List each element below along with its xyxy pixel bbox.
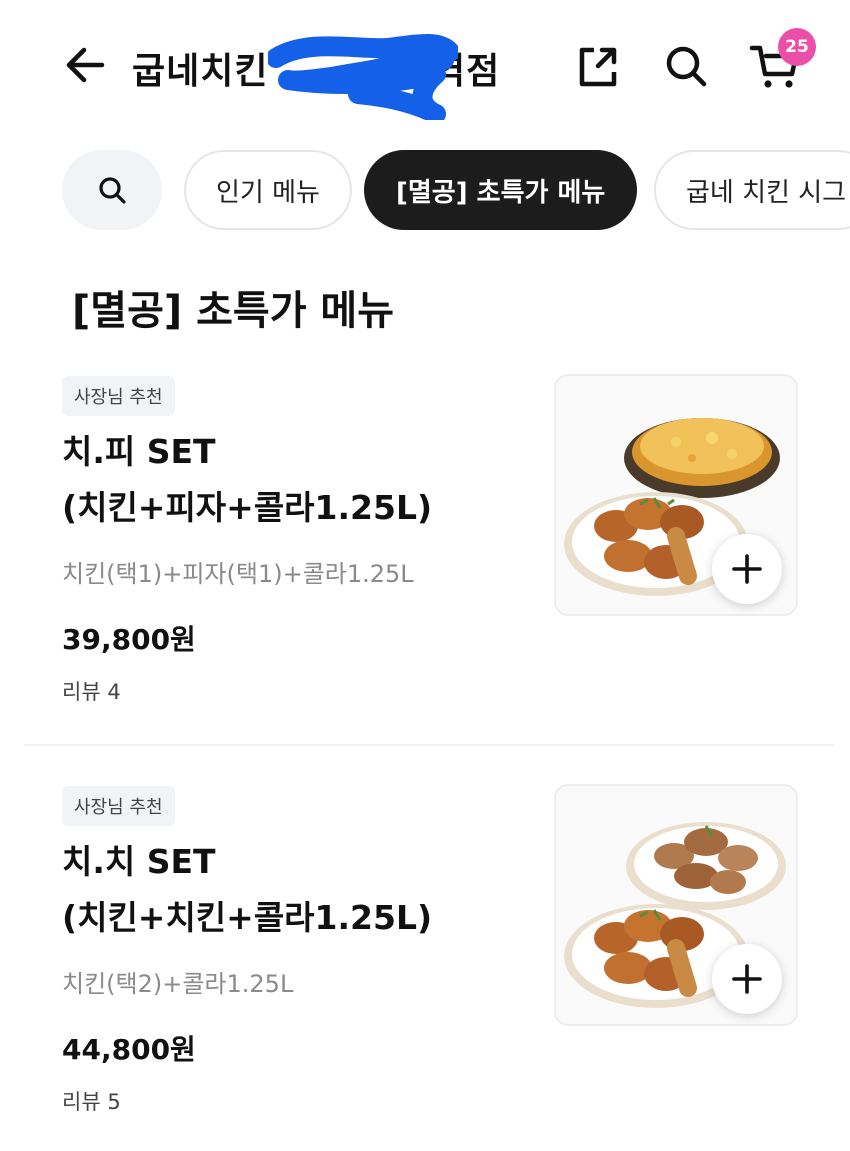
search-icon	[99, 177, 126, 204]
add-to-cart-button[interactable]	[712, 534, 782, 604]
search-button[interactable]	[662, 42, 710, 90]
search-icon	[666, 46, 707, 87]
item-name: 치.치 SET	[62, 842, 216, 881]
redaction-scribble	[268, 34, 458, 120]
add-to-cart-button[interactable]	[712, 944, 782, 1014]
tab-special-price-menu[interactable]: [멸공] 초특가 메뉴	[364, 150, 638, 230]
item-review-count: 리뷰 5	[62, 1090, 121, 1114]
section-title: [멸공] 초특가 메뉴	[72, 288, 395, 334]
menu-search-button[interactable]	[62, 150, 162, 230]
item-name-detail: (치킨+치킨+콜라1.25L)	[62, 898, 433, 937]
tab-popular-menu[interactable]: 인기 메뉴	[184, 150, 352, 230]
item-divider	[24, 744, 834, 746]
item-name: 치.피 SET	[62, 432, 216, 471]
plus-icon	[732, 964, 762, 994]
top-app-bar: 굽네치킨 역점 25	[0, 0, 850, 135]
item-description: 치킨(택1)+피자(택1)+콜라1.25L	[62, 560, 414, 588]
item-price: 44,800원	[62, 1033, 196, 1066]
back-button[interactable]	[62, 42, 108, 88]
item-name-detail: (치킨+피자+콜라1.25L)	[62, 488, 433, 527]
plus-icon	[732, 554, 762, 584]
cart-count-badge: 25	[778, 28, 816, 66]
tab-signature-menu[interactable]: 굽네 치킨 시그	[654, 150, 850, 230]
item-price: 39,800원	[62, 623, 196, 656]
back-arrow-icon	[66, 47, 105, 83]
category-tabs: 인기 메뉴 [멸공] 초특가 메뉴 굽네 치킨 시그	[0, 148, 850, 232]
owner-recommend-badge: 사장님 추천	[62, 376, 175, 416]
item-description: 치킨(택2)+콜라1.25L	[62, 970, 294, 998]
store-title-name: 굽네치킨	[132, 51, 283, 92]
share-button[interactable]	[574, 44, 620, 90]
share-icon	[579, 47, 617, 87]
item-review-count: 리뷰 4	[62, 680, 121, 704]
owner-recommend-badge: 사장님 추천	[62, 786, 175, 826]
